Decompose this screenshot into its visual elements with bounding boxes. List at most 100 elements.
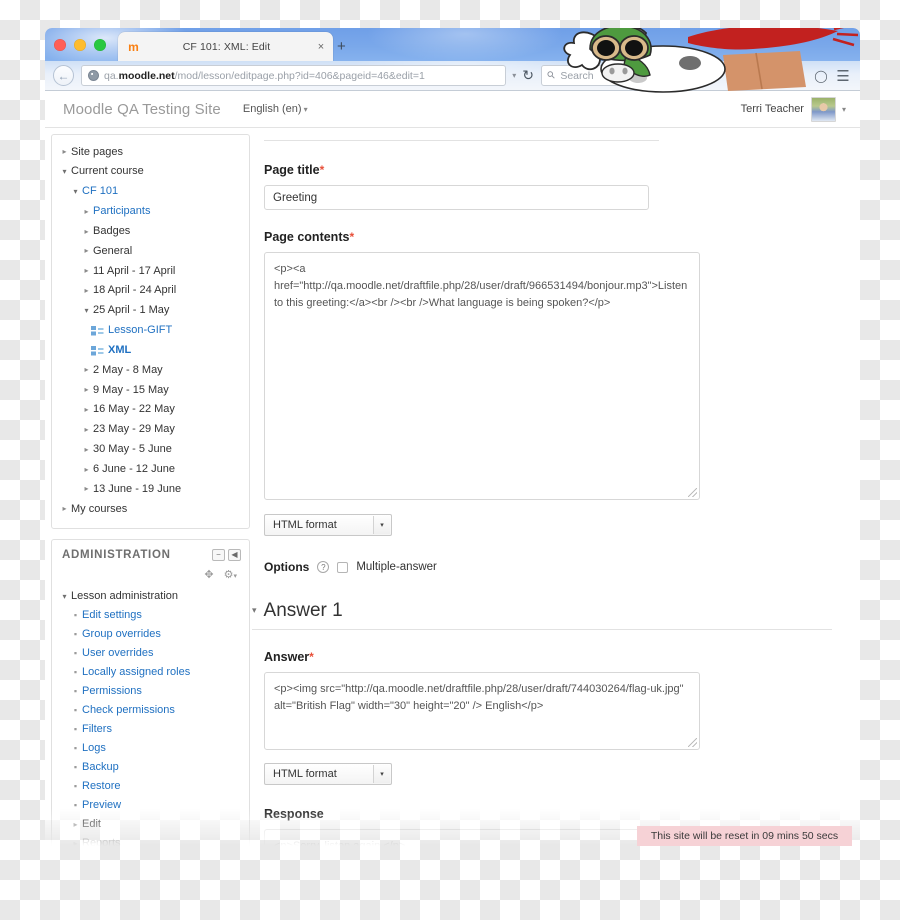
move-icon[interactable]: ✥ — [204, 568, 213, 581]
avatar[interactable] — [810, 96, 836, 122]
nav-item-label[interactable]: Lesson-GIFT — [108, 324, 172, 337]
nav-item-label[interactable]: Participants — [93, 205, 150, 218]
browser-tab[interactable]: m CF 101: XML: Edit × — [118, 32, 333, 61]
resize-handle[interactable] — [688, 488, 697, 497]
admin-item-logs[interactable]: ▪ Logs — [58, 739, 243, 758]
admin-item-label[interactable]: Backup — [82, 761, 119, 774]
answer-section-header[interactable]: ▾ Answer 1 — [252, 600, 704, 622]
admin-item-label[interactable]: User overrides — [82, 647, 154, 660]
response-textarea[interactable]: <p>Sorry, listen again.</p> — [264, 829, 700, 846]
chevron-right-icon[interactable]: ▸ — [58, 504, 71, 513]
reload-icon[interactable]: ↻ — [522, 67, 534, 84]
minimize-window-button[interactable] — [74, 39, 86, 51]
page-contents-format-select[interactable]: HTML format ▾ — [264, 514, 392, 536]
nav-item-label[interactable]: XML — [108, 344, 131, 357]
reader-icon[interactable]: ☰ — [722, 69, 744, 83]
close-window-button[interactable] — [54, 39, 66, 51]
nav-item-25-april-1-may[interactable]: ▾ 25 April - 1 May — [58, 301, 243, 321]
chevron-right-icon[interactable]: ▸ — [80, 445, 93, 454]
chevron-right-icon[interactable]: ▸ — [80, 246, 93, 255]
chevron-right-icon[interactable]: ▸ — [80, 207, 93, 216]
close-tab-icon[interactable]: × — [312, 41, 330, 53]
admin-item-label[interactable]: Logs — [82, 742, 106, 755]
user-menu-caret-icon[interactable]: ▾ — [842, 105, 846, 114]
window-controls[interactable] — [54, 39, 106, 51]
chevron-down-icon[interactable]: ▾ — [252, 605, 257, 616]
page-contents-textarea[interactable]: <p><a href="http://qa.moodle.net/draftfi… — [264, 252, 700, 500]
chevron-right-icon[interactable]: ▸ — [80, 227, 93, 236]
admin-item-label[interactable]: Group overrides — [82, 628, 161, 641]
dropdown-caret-icon[interactable]: ▾ — [788, 69, 810, 83]
maximize-window-button[interactable] — [94, 39, 106, 51]
admin-item-permissions[interactable]: ▪ Permissions — [58, 682, 243, 701]
chat-icon[interactable]: ◯ — [810, 69, 832, 83]
nav-item-13-june-19-june[interactable]: ▸ 13 June - 19 June — [58, 479, 243, 499]
admin-item-edit[interactable]: ▸ Edit — [58, 815, 243, 834]
back-button-icon[interactable]: ← — [53, 65, 74, 86]
browser-search-input[interactable]: ⚲ Search — [541, 65, 696, 86]
page-title-input[interactable]: Greeting — [264, 185, 649, 210]
admin-item-group-overrides[interactable]: ▪ Group overrides — [58, 625, 243, 644]
admin-item-label[interactable]: Restore — [82, 780, 121, 793]
chevron-right-icon[interactable]: ▸ — [80, 286, 93, 295]
nav-item-label[interactable]: CF 101 — [82, 185, 118, 198]
nav-item-badges[interactable]: ▸ Badges — [58, 221, 243, 241]
nav-item-current-course[interactable]: ▾ Current course — [58, 162, 243, 182]
chevron-right-icon[interactable]: ▸ — [80, 484, 93, 493]
bookmark-star-icon[interactable]: ☆ — [700, 69, 722, 83]
address-bar[interactable]: qa.moodle.net/mod/lesson/editpage.php?id… — [81, 65, 507, 86]
resize-handle[interactable] — [688, 738, 697, 747]
chevron-down-icon[interactable]: ▾ — [58, 592, 71, 601]
admin-item-label[interactable]: Permissions — [82, 685, 142, 698]
nav-item-cf-101[interactable]: ▾ CF 101 — [58, 182, 243, 202]
nav-item-my-courses[interactable]: ▸ My courses — [58, 499, 243, 519]
answer-format-select[interactable]: HTML format ▾ — [264, 763, 392, 785]
new-tab-button[interactable]: + — [337, 38, 346, 55]
admin-item-preview[interactable]: ▪ Preview — [58, 796, 243, 815]
nav-item-xml[interactable]: XML — [58, 340, 243, 360]
help-icon[interactable]: ? — [317, 561, 330, 573]
chevron-right-icon[interactable]: ▸ — [80, 266, 93, 275]
language-menu[interactable]: English (en) ▾ — [243, 103, 308, 115]
url-dropdown-caret-icon[interactable]: ▾ — [512, 71, 516, 80]
admin-item-label[interactable]: Check permissions — [82, 704, 175, 717]
admin-item-filters[interactable]: ▪ Filters — [58, 720, 243, 739]
chevron-right-icon[interactable]: ▸ — [69, 839, 82, 846]
chevron-right-icon[interactable]: ▸ — [80, 465, 93, 474]
nav-item-18-april-24-april[interactable]: ▸ 18 April - 24 April — [58, 281, 243, 301]
answer-textarea[interactable]: <p><img src="http://qa.moodle.net/draftf… — [264, 672, 700, 750]
admin-item-lesson-administration[interactable]: ▾ Lesson administration — [58, 587, 243, 606]
chevron-right-icon[interactable]: ▸ — [80, 425, 93, 434]
admin-item-locally-assigned-roles[interactable]: ▪ Locally assigned roles — [58, 663, 243, 682]
chevron-right-icon[interactable]: ▸ — [80, 405, 93, 414]
user-name[interactable]: Terri Teacher — [741, 103, 804, 115]
dock-block-icon[interactable]: ◀ — [228, 548, 241, 561]
nav-item-23-may-29-may[interactable]: ▸ 23 May - 29 May — [58, 420, 243, 440]
hamburger-menu-icon[interactable]: ☰ — [832, 67, 854, 85]
collapse-block-icon[interactable]: − — [212, 548, 225, 561]
chevron-down-icon[interactable]: ▾ — [58, 167, 71, 176]
admin-item-backup[interactable]: ▪ Backup — [58, 758, 243, 777]
nav-item-lesson-gift[interactable]: Lesson-GIFT — [58, 320, 243, 340]
admin-item-label[interactable]: Edit settings — [82, 609, 142, 622]
addon-icon[interactable]: ✦ — [766, 69, 788, 83]
chevron-right-icon[interactable]: ▸ — [69, 820, 82, 829]
chevron-right-icon[interactable]: ▸ — [80, 385, 93, 394]
admin-item-restore[interactable]: ▪ Restore — [58, 777, 243, 796]
nav-item-11-april-17-april[interactable]: ▸ 11 April - 17 April — [58, 261, 243, 281]
nav-item-30-may-5-june[interactable]: ▸ 30 May - 5 June — [58, 439, 243, 459]
admin-item-check-permissions[interactable]: ▪ Check permissions — [58, 701, 243, 720]
chevron-right-icon[interactable]: ▸ — [58, 147, 71, 156]
nav-item-participants[interactable]: ▸ Participants — [58, 201, 243, 221]
admin-item-user-overrides[interactable]: ▪ User overrides — [58, 644, 243, 663]
nav-item-9-may-15-may[interactable]: ▸ 9 May - 15 May — [58, 380, 243, 400]
admin-item-label[interactable]: Filters — [82, 723, 112, 736]
nav-item-2-may-8-may[interactable]: ▸ 2 May - 8 May — [58, 360, 243, 380]
admin-item-edit-settings[interactable]: ▪ Edit settings — [58, 606, 243, 625]
chevron-right-icon[interactable]: ▸ — [80, 365, 93, 374]
admin-item-label[interactable]: Locally assigned roles — [82, 666, 190, 679]
nav-item-site-pages[interactable]: ▸ Site pages — [58, 142, 243, 162]
nav-item-16-may-22-may[interactable]: ▸ 16 May - 22 May — [58, 400, 243, 420]
gear-icon[interactable]: ⚙▾ — [224, 568, 237, 581]
chevron-down-icon[interactable]: ▾ — [80, 306, 93, 315]
